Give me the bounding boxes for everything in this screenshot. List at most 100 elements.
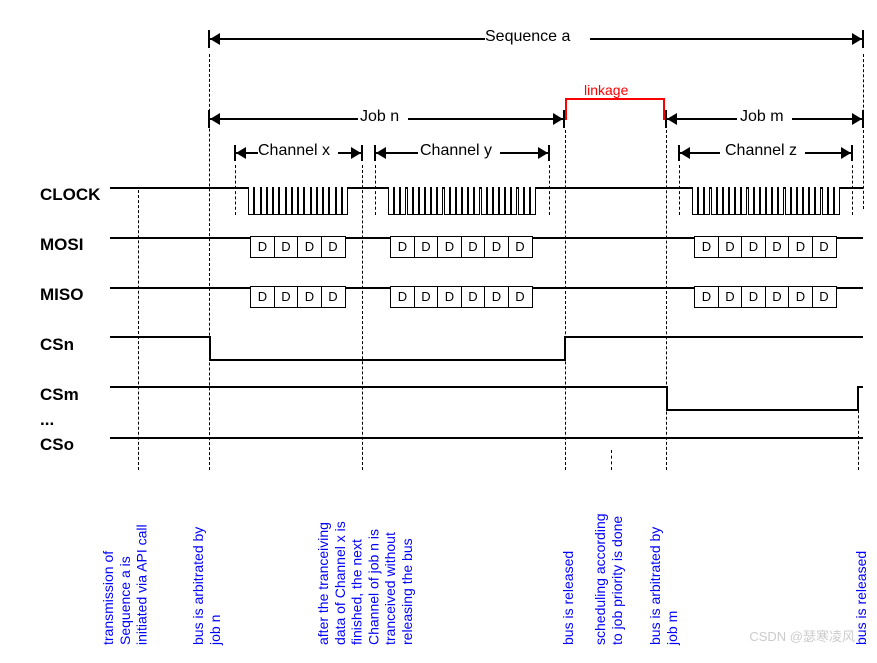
data-cell: D [741, 236, 766, 258]
arrow-icon [210, 113, 220, 125]
data-cell: D [390, 236, 415, 258]
clock-burst-y [388, 187, 536, 215]
data-cell: D [484, 236, 509, 258]
miso-x: DDDD [250, 286, 346, 308]
chz-r [851, 145, 853, 161]
annot-7: bus is released [853, 475, 870, 645]
data-cell: D [461, 236, 486, 258]
seq-line-left [210, 38, 485, 40]
job-n-line-r [408, 118, 563, 120]
data-cell: D [297, 286, 322, 308]
mosi-y: DDDDDD [390, 236, 533, 258]
arrow-icon [210, 33, 220, 45]
miso-z: DDDDDD [694, 286, 837, 308]
data-cell: D [718, 286, 743, 308]
data-cell: D [508, 286, 533, 308]
annot-2: bus is arbitrated by job n [190, 475, 224, 645]
job-n-line-l [210, 118, 358, 120]
data-cell: D [390, 286, 415, 308]
sequence-label: Sequence a [485, 28, 570, 46]
csn-waveform [110, 330, 863, 365]
clock-label: CLOCK [40, 185, 100, 205]
arrow-icon [841, 147, 851, 159]
seq-line-right [590, 38, 862, 40]
arrow-icon [553, 113, 563, 125]
annot-6: bus is arbitrated by job m [647, 475, 681, 645]
data-cell: D [297, 236, 322, 258]
data-cell: D [274, 236, 299, 258]
annot-3: after the tranceiving data of Channel x … [315, 475, 416, 645]
annot-5: scheduling according to job priority is … [592, 475, 626, 645]
data-cell: D [414, 286, 439, 308]
cso-baseline [110, 437, 863, 439]
data-cell: D [741, 286, 766, 308]
arrow-icon [538, 147, 548, 159]
ellipsis-label: ... [40, 410, 54, 430]
arrow-icon [852, 33, 862, 45]
guide-6b [679, 165, 680, 215]
job-m-label: Job m [740, 108, 784, 126]
mosi-x: DDDD [250, 236, 346, 258]
mosi-z: DDDDDD [694, 236, 837, 258]
channel-x-label: Channel x [258, 142, 330, 160]
data-cell: D [461, 286, 486, 308]
timing-diagram: Sequence a linkage Job n Job m Channel x… [10, 10, 867, 653]
linkage-bracket [565, 98, 665, 120]
annot-4: bus is released [560, 475, 577, 645]
data-cell: D [321, 286, 346, 308]
job-n-label: Job n [360, 108, 399, 126]
channel-z-label: Channel z [725, 142, 797, 160]
data-cell: D [765, 286, 790, 308]
data-cell: D [437, 286, 462, 308]
csm-label: CSm [40, 385, 79, 405]
clock-burst-x [248, 187, 348, 215]
data-cell: D [765, 236, 790, 258]
arrow-icon [680, 147, 690, 159]
chy-r [548, 145, 550, 161]
data-cell: D [321, 236, 346, 258]
guide-2 [209, 54, 210, 470]
data-cell: D [484, 286, 509, 308]
guide-1 [138, 190, 139, 470]
arrow-icon [351, 147, 361, 159]
miso-label: MISO [40, 285, 83, 305]
channel-y-label: Channel y [420, 142, 492, 160]
cso-label: CSo [40, 435, 74, 455]
data-cell: D [694, 286, 719, 308]
data-cell: D [718, 236, 743, 258]
data-cell: D [250, 236, 275, 258]
data-cell: D [788, 286, 813, 308]
clock-burst-z [692, 187, 840, 215]
seq-right-bar [862, 30, 864, 48]
watermark: CSDN @瑟寒凌风 [749, 626, 855, 645]
data-cell: D [812, 286, 837, 308]
data-cell: D [437, 236, 462, 258]
data-cell: D [788, 236, 813, 258]
guide-3 [362, 165, 363, 470]
guide-6c [852, 165, 853, 215]
data-cell: D [812, 236, 837, 258]
guide-2b [235, 165, 236, 215]
csn-label: CSn [40, 335, 74, 355]
job-n-right-bar [563, 110, 565, 128]
guide-3b [375, 165, 376, 215]
annot-1: transmission of Sequence a is initiated … [100, 475, 150, 645]
arrow-icon [376, 147, 386, 159]
miso-y: DDDDDD [390, 286, 533, 308]
chx-r [361, 145, 363, 161]
arrow-icon [667, 113, 677, 125]
data-cell: D [694, 236, 719, 258]
arrow-icon [236, 147, 246, 159]
data-cell: D [274, 286, 299, 308]
data-cell: D [250, 286, 275, 308]
data-cell: D [508, 236, 533, 258]
guide-7 [858, 405, 859, 470]
guide-3c [549, 165, 550, 215]
data-cell: D [414, 236, 439, 258]
guide-5 [611, 450, 612, 470]
csm-waveform [110, 380, 863, 415]
mosi-label: MOSI [40, 235, 83, 255]
guide-8 [863, 54, 864, 209]
guide-4 [565, 130, 566, 470]
job-m-line-l [667, 118, 737, 120]
